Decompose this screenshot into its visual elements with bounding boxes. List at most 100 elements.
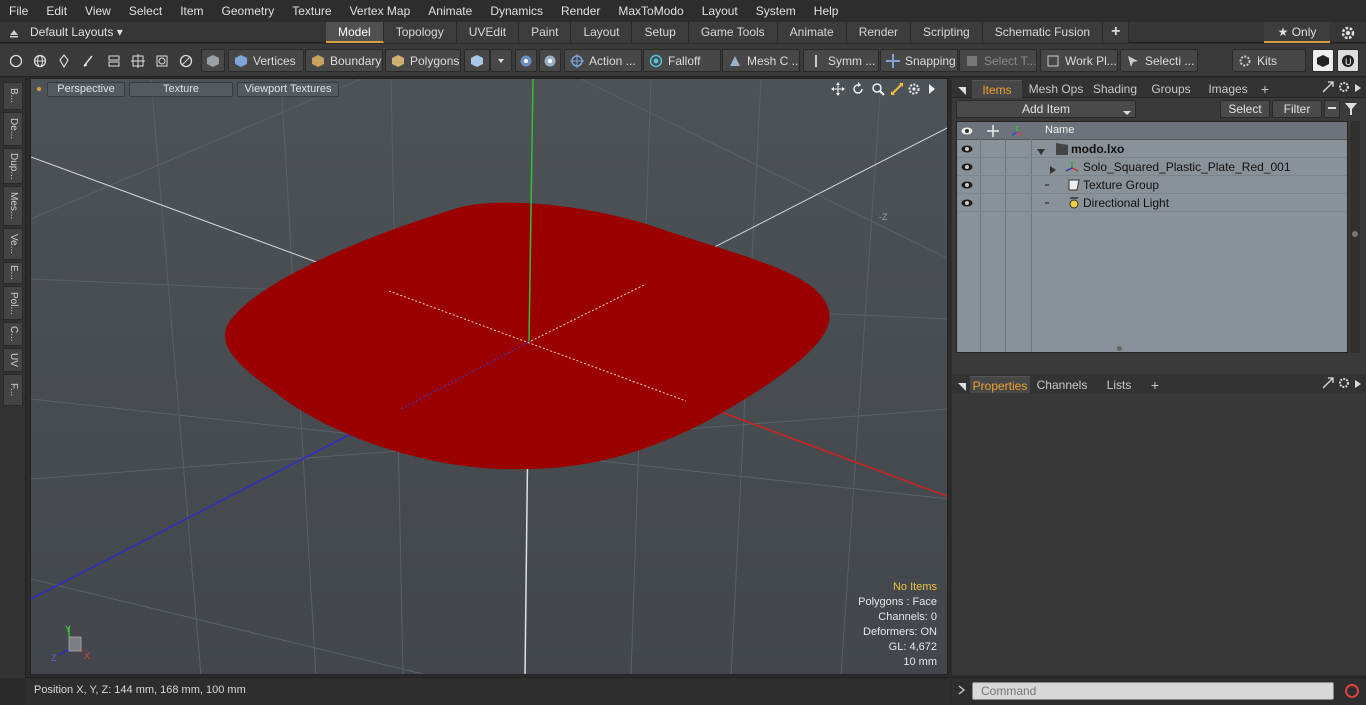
- texture-shading-button[interactable]: Texture: [129, 82, 233, 97]
- visibility-eye-icon[interactable]: [961, 179, 973, 191]
- menu-view[interactable]: View: [76, 0, 120, 22]
- left-tab-curve[interactable]: C...: [3, 322, 23, 346]
- kits-button[interactable]: Kits: [1232, 49, 1306, 72]
- panel-menu-icon[interactable]: [958, 84, 966, 95]
- item-mode-icon[interactable]: [201, 49, 225, 72]
- layout-toggle-icon[interactable]: [8, 26, 20, 38]
- tab-model[interactable]: Model: [326, 22, 384, 43]
- tab-setup[interactable]: Setup: [632, 22, 689, 43]
- item-row-directional-light[interactable]: Directional Light: [957, 194, 1347, 212]
- list-resize-handle[interactable]: [1117, 346, 1122, 351]
- visibility-eye-icon[interactable]: [961, 143, 973, 155]
- tab-topology[interactable]: Topology: [383, 22, 457, 43]
- viewport-settings-gear-icon[interactable]: [907, 82, 921, 96]
- add-tab-icon[interactable]: +: [1103, 22, 1130, 43]
- layout-dropdown[interactable]: Default Layouts ▾: [30, 22, 123, 43]
- left-tab-polygon[interactable]: Pol...: [3, 286, 23, 320]
- left-tab-basic[interactable]: B...: [3, 82, 23, 110]
- filter-button[interactable]: Filter: [1272, 100, 1322, 118]
- tab-mesh-ops[interactable]: Mesh Ops: [1026, 80, 1086, 98]
- item-row-texture-group[interactable]: Texture Group: [957, 176, 1347, 194]
- tab-game-tools[interactable]: Game Tools: [688, 22, 778, 43]
- menu-file[interactable]: File: [0, 0, 37, 22]
- viewport-menu-dot-icon[interactable]: [37, 87, 41, 91]
- panel-arrow-icon[interactable]: [1354, 82, 1362, 92]
- add-panel-tab-icon[interactable]: +: [1258, 80, 1272, 98]
- viewport-scene[interactable]: Y X Z -Z: [31, 79, 948, 675]
- left-tab-uv[interactable]: UV: [3, 348, 23, 372]
- expand-triangle-icon[interactable]: [1037, 145, 1045, 155]
- action-center-button[interactable]: Action ...: [564, 49, 642, 72]
- menu-help[interactable]: Help: [805, 0, 848, 22]
- tab-lists[interactable]: Lists: [1096, 376, 1142, 394]
- tab-properties[interactable]: Properties: [970, 376, 1030, 394]
- menu-layout[interactable]: Layout: [693, 0, 747, 22]
- select-through-button[interactable]: Select T...: [959, 49, 1037, 72]
- panel-gear-icon[interactable]: [1338, 81, 1350, 93]
- menu-maxtomodo[interactable]: MaxToModo: [609, 0, 692, 22]
- cube-icon[interactable]: [464, 49, 490, 72]
- tab-animate[interactable]: Animate: [777, 22, 847, 43]
- rotate-view-icon[interactable]: [851, 82, 865, 96]
- circle-select-icon[interactable]: [5, 49, 27, 72]
- select-button[interactable]: Select: [1220, 100, 1270, 118]
- layers-icon[interactable]: [103, 49, 125, 72]
- props-panel-menu-icon[interactable]: [958, 380, 966, 391]
- tab-groups[interactable]: Groups: [1146, 80, 1196, 98]
- modo-logo-icon[interactable]: [1312, 49, 1334, 72]
- tab-items[interactable]: Items: [972, 80, 1022, 98]
- menu-render[interactable]: Render: [552, 0, 609, 22]
- vertices-button[interactable]: Vertices: [228, 49, 304, 72]
- command-input[interactable]: [972, 682, 1334, 700]
- chevron-down-icon[interactable]: [490, 49, 512, 72]
- polygons-button[interactable]: Polygons: [385, 49, 461, 72]
- command-record-icon[interactable]: [1344, 683, 1360, 699]
- visibility-eye-icon[interactable]: [961, 197, 973, 209]
- menu-animate[interactable]: Animate: [419, 0, 481, 22]
- falloff-button[interactable]: Falloff: [643, 49, 721, 72]
- add-props-tab-icon[interactable]: +: [1148, 376, 1162, 394]
- tab-render[interactable]: Render: [846, 22, 912, 43]
- fit-view-icon[interactable]: [890, 82, 904, 96]
- menu-edit[interactable]: Edit: [37, 0, 76, 22]
- unreal-logo-icon[interactable]: U: [1337, 49, 1359, 72]
- tab-uvedit[interactable]: UVEdit: [456, 22, 520, 43]
- viewport-expand-arrow-icon[interactable]: [927, 83, 937, 95]
- axis-header-icon[interactable]: [1011, 125, 1023, 137]
- tab-layout[interactable]: Layout: [571, 22, 633, 43]
- move-view-icon[interactable]: [831, 82, 845, 96]
- perspective-view-button[interactable]: Perspective: [47, 82, 125, 97]
- collapse-toggle-icon[interactable]: [1324, 100, 1340, 118]
- mesh-constraint-button[interactable]: Mesh C ...: [722, 49, 800, 72]
- props-arrow-icon[interactable]: [1354, 378, 1362, 388]
- visibility-eye-icon[interactable]: [961, 161, 973, 173]
- tab-channels[interactable]: Channels: [1034, 376, 1090, 394]
- lock-header-icon[interactable]: [987, 125, 999, 137]
- no-entry-icon[interactable]: [175, 49, 197, 72]
- menu-system[interactable]: System: [747, 0, 805, 22]
- name-column-header[interactable]: Name: [1045, 124, 1074, 136]
- panel-expand-icon[interactable]: [1322, 81, 1334, 93]
- selection-sets-button[interactable]: Selecti ...: [1120, 49, 1198, 72]
- pen-icon[interactable]: [53, 49, 75, 72]
- expand-triangle-right-icon[interactable]: [1049, 163, 1057, 174]
- props-expand-icon[interactable]: [1322, 377, 1334, 389]
- scrollbar-thumb[interactable]: [1352, 231, 1358, 237]
- left-tab-duplicate[interactable]: Dup...: [3, 148, 23, 184]
- funnel-filter-icon[interactable]: [1344, 102, 1358, 116]
- visibility-header-eye-icon[interactable]: [961, 125, 973, 137]
- item-row-modo-lxo[interactable]: modo.lxo: [957, 140, 1347, 158]
- left-tab-mesh-edit[interactable]: Mes...: [3, 186, 23, 226]
- work-plane-button[interactable]: Work Pl...: [1040, 49, 1118, 72]
- tab-images[interactable]: Images: [1202, 80, 1254, 98]
- left-tab-deform[interactable]: De...: [3, 112, 23, 146]
- menu-dynamics[interactable]: Dynamics: [481, 0, 552, 22]
- frame-icon[interactable]: [151, 49, 173, 72]
- left-tab-fusion[interactable]: F...: [3, 374, 23, 406]
- menu-vertex-map[interactable]: Vertex Map: [341, 0, 420, 22]
- gear-icon[interactable]: [1340, 25, 1356, 41]
- left-tab-vertex[interactable]: Ve...: [3, 228, 23, 260]
- tab-shading[interactable]: Shading: [1090, 80, 1140, 98]
- menu-texture[interactable]: Texture: [283, 0, 340, 22]
- shield-icon[interactable]: [539, 49, 561, 72]
